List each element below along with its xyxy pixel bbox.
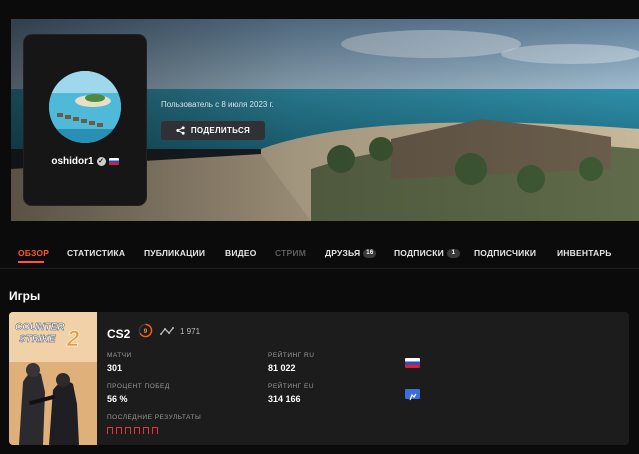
profile-card: oshidor1 ✓: [24, 35, 146, 205]
russia-flag-icon: [108, 158, 119, 165]
matches-value: 301: [107, 363, 123, 373]
tab-subscriptions-label: ПОДПИСКИ: [394, 248, 444, 258]
result-loss: [116, 427, 122, 434]
recent-results-label: ПОСЛЕДНИЕ РЕЗУЛЬТАТЫ: [107, 414, 202, 421]
rating-ru-label: РЕЙТИНГ RU: [268, 352, 315, 359]
share-button[interactable]: ПОДЕЛИТЬСЯ: [161, 121, 265, 140]
eu-region-icon: [405, 389, 420, 401]
subscriptions-count-badge: 1: [446, 249, 460, 259]
username: oshidor1: [51, 156, 94, 167]
game-card-cs2[interactable]: COUNTER STRIKE 2 CS2 9 1 971 МАТЧИ 301 П…: [9, 312, 629, 445]
russia-flag-icon: [405, 358, 420, 368]
tab-publications[interactable]: ПУБЛИКАЦИИ: [144, 248, 205, 258]
result-loss: [143, 427, 149, 434]
counter-strike-2-cover: COUNTER STRIKE 2: [9, 312, 97, 445]
elo-value: 1 971: [180, 327, 201, 336]
tab-friends[interactable]: ДРУЗЬЯ 16: [325, 248, 377, 259]
winrate-label: ПРОЦЕНТ ПОБЕД: [107, 383, 170, 390]
recent-results: [107, 427, 158, 434]
elo-trend-icon: [160, 327, 174, 335]
avatar[interactable]: [49, 71, 121, 143]
tab-stream[interactable]: СТРИМ: [275, 248, 306, 258]
rating-eu-value: 314 166: [268, 394, 301, 404]
tab-inventory[interactable]: ИНВЕНТАРЬ: [557, 248, 612, 258]
result-loss: [107, 427, 113, 434]
share-label: ПОДЕЛИТЬСЯ: [190, 126, 251, 135]
member-since: Пользователь с 8 июля 2023 г.: [161, 100, 274, 109]
svg-text:2: 2: [66, 326, 80, 351]
skill-level-value: 9: [144, 328, 148, 335]
skill-level-icon: 9: [138, 323, 153, 338]
svg-text:STRIKE: STRIKE: [19, 334, 56, 345]
tab-friends-label: ДРУЗЬЯ: [325, 248, 361, 258]
active-tab-indicator: [18, 261, 44, 263]
tab-video[interactable]: ВИДЕО: [225, 248, 257, 258]
username-row: oshidor1 ✓: [24, 156, 146, 167]
tab-overview[interactable]: ОБЗОР: [18, 248, 49, 258]
profile-tabs: ОБЗОР СТАТИСТИКА ПУБЛИКАЦИИ ВИДЕО СТРИМ …: [0, 244, 639, 269]
result-loss: [152, 427, 158, 434]
verified-icon: ✓: [96, 157, 106, 166]
tab-subscribers[interactable]: ПОДПИСЧИКИ: [474, 248, 536, 258]
winrate-value: 56 %: [107, 394, 128, 404]
rating-eu-label: РЕЙТИНГ EU: [268, 383, 315, 390]
result-loss: [125, 427, 131, 434]
svg-text:COUNTER: COUNTER: [15, 322, 65, 333]
tab-statistics[interactable]: СТАТИСТИКА: [67, 248, 125, 258]
matches-label: МАТЧИ: [107, 352, 132, 359]
share-icon: [176, 126, 185, 135]
friends-count-badge: 16: [363, 249, 377, 259]
tab-subscriptions[interactable]: ПОДПИСКИ 1: [394, 248, 460, 259]
rating-ru-value: 81 022: [268, 363, 296, 373]
games-section-title: Игры: [9, 289, 41, 303]
result-loss: [134, 427, 140, 434]
game-name: CS2: [107, 327, 131, 341]
